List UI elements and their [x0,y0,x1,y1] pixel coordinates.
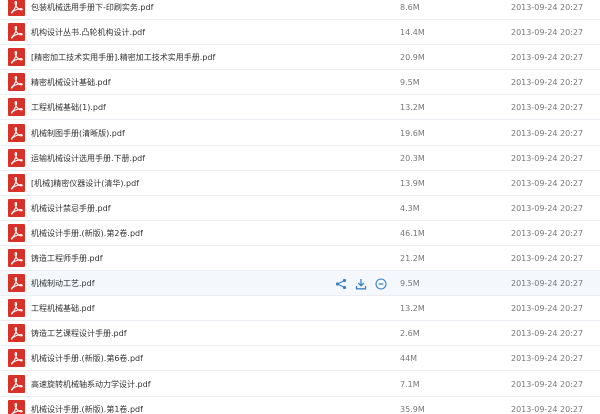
pdf-icon [8,73,25,92]
file-size: 20.9M [400,53,425,63]
file-size: 8.6M [400,3,420,12]
file-date: 2013-09-24 20:27 [511,78,584,88]
file-name[interactable]: 机械制图手册(清晰版).pdf [31,121,125,146]
file-date: 2013-09-24 20:27 [511,178,584,188]
file-size: 4.3M [400,203,420,213]
file-row[interactable]: 精密机械设计基础.pdf 9.5M 2013-09-24 20:27 [0,70,600,96]
pdf-icon [8,23,25,42]
file-size: 35.9M [400,404,425,414]
file-row[interactable]: [机械]精密仪器设计(清华).pdf 13.9M 2013-09-24 20:27 [0,171,600,196]
file-size: 21.2M [400,254,425,263]
pdf-icon [8,399,25,414]
file-row[interactable]: [精密加工技术实用手册].精密加工技术实用手册.pdf 20.9M 2013-09-… [0,45,600,71]
file-size: 14.4M [400,28,425,38]
file-date: 2013-09-24 20:27 [511,28,584,38]
file-name[interactable]: [机械]精密仪器设计(清华).pdf [31,171,139,196]
file-name[interactable]: 铸造工程师手册.pdf [31,246,103,271]
file-date: 2013-09-24 20:27 [511,103,584,113]
file-row[interactable]: 机械制图手册(清晰版).pdf 19.6M 2013-09-24 20:27 [0,121,600,146]
file-row[interactable]: 工程机械基础.pdf 13.2M 2013-09-24 20:27 [0,296,600,322]
file-name[interactable]: 机械设计手册.(新版).第1卷.pdf [31,397,143,414]
file-row[interactable]: 铸造工艺课程设计手册.pdf 2.6M 2013-09-24 20:27 [0,321,600,347]
file-name[interactable]: 精密机械设计基础.pdf [31,70,111,95]
file-name[interactable]: 机械设计手册.(新版).第6卷.pdf [31,346,143,371]
file-size: 7.1M [400,379,420,389]
pdf-icon [8,0,25,16]
file-name[interactable]: 铸造工艺课程设计手册.pdf [31,321,127,346]
pdf-icon [8,349,25,368]
pdf-icon [8,48,25,67]
pdf-icon [8,123,25,142]
file-date: 2013-09-24 20:27 [511,379,584,389]
share-icon[interactable] [335,278,347,290]
file-date: 2013-09-24 20:27 [511,3,584,12]
file-name[interactable]: 机械设计手册.(新版).第2卷.pdf [31,221,143,246]
file-row[interactable]: 运输机械设计选用手册.下册.pdf 20.3M 2013-09-24 20:27 [0,146,600,171]
file-name[interactable]: 机械制动工艺.pdf [31,271,95,296]
file-date: 2013-09-24 20:27 [511,228,584,238]
file-name[interactable]: 包装机械选用手册下-印刷实务.pdf [31,0,153,20]
file-row[interactable]: 机械设计手册.(新版).第6卷.pdf 44M 2013-09-24 20:27 [0,346,600,372]
file-name[interactable]: 工程机械基础(1).pdf [31,95,106,120]
more-icon[interactable] [375,278,387,290]
file-size: 44M [400,354,418,364]
pdf-icon [8,274,25,293]
file-date: 2013-09-24 20:27 [511,53,584,63]
pdf-icon [8,198,25,217]
file-date: 2013-09-24 20:27 [511,404,584,414]
file-date: 2013-09-24 20:27 [511,254,584,263]
file-size: 13.9M [400,178,425,188]
download-icon[interactable] [355,278,367,290]
file-row[interactable]: 机械设计手册.(新版).第2卷.pdf 46.1M 2013-09-24 20:27 [0,221,600,246]
pdf-icon [8,324,25,343]
file-name[interactable]: 运输机械设计选用手册.下册.pdf [31,146,145,171]
file-size: 13.2M [400,304,425,314]
file-row[interactable]: 机械制动工艺.pdf 9.5M 2013-09-24 20:27 [0,271,600,297]
file-date: 2013-09-24 20:27 [511,354,584,364]
file-name[interactable]: 工程机械基础.pdf [31,296,95,321]
pdf-icon [8,173,25,192]
file-size: 9.5M [400,78,420,88]
file-size: 13.2M [400,103,425,113]
file-row[interactable]: 高速旋转机械轴系动力学设计.pdf 7.1M 2013-09-24 20:27 [0,372,600,397]
file-size: 9.5M [400,279,420,289]
file-row[interactable]: 机械设计手册.(新版).第1卷.pdf 35.9M 2013-09-24 20:27 [0,397,600,414]
file-row[interactable]: 铸造工程师手册.pdf 21.2M 2013-09-24 20:27 [0,246,600,271]
file-date: 2013-09-24 20:27 [511,329,584,339]
pdf-icon [8,98,25,117]
file-date: 2013-09-24 20:27 [511,304,584,314]
file-list: 包装机械选用手册下-印刷实务.pdf 8.6M 2013-09-24 20:27 机构… [0,0,600,414]
file-date: 2013-09-24 20:27 [511,279,584,289]
file-date: 2013-09-24 20:27 [511,203,584,213]
file-name[interactable]: 高速旋转机械轴系动力学设计.pdf [31,372,151,397]
pdf-icon [8,374,25,393]
file-row[interactable]: 工程机械基础(1).pdf 13.2M 2013-09-24 20:27 [0,95,600,121]
pdf-icon [8,249,25,267]
file-size: 2.6M [400,329,420,339]
file-name[interactable]: 机构设计丛书.凸轮机构设计.pdf [31,20,145,45]
pdf-icon [8,148,25,167]
file-size: 19.6M [400,128,425,138]
file-row[interactable]: 包装机械选用手册下-印刷实务.pdf 8.6M 2013-09-24 20:27 [0,0,600,20]
file-name[interactable]: 机械设计禁忌手册.pdf [31,196,111,221]
pdf-icon [8,223,25,242]
file-row[interactable]: 机械设计禁忌手册.pdf 4.3M 2013-09-24 20:27 [0,196,600,221]
file-date: 2013-09-24 20:27 [511,128,584,138]
file-name[interactable]: [精密加工技术实用手册].精密加工技术实用手册.pdf [31,45,215,70]
file-row[interactable]: 机构设计丛书.凸轮机构设计.pdf 14.4M 2013-09-24 20:27 [0,20,600,46]
pdf-icon [8,299,25,318]
file-date: 2013-09-24 20:27 [511,153,584,163]
file-size: 46.1M [400,228,425,238]
file-size: 20.3M [400,153,425,163]
